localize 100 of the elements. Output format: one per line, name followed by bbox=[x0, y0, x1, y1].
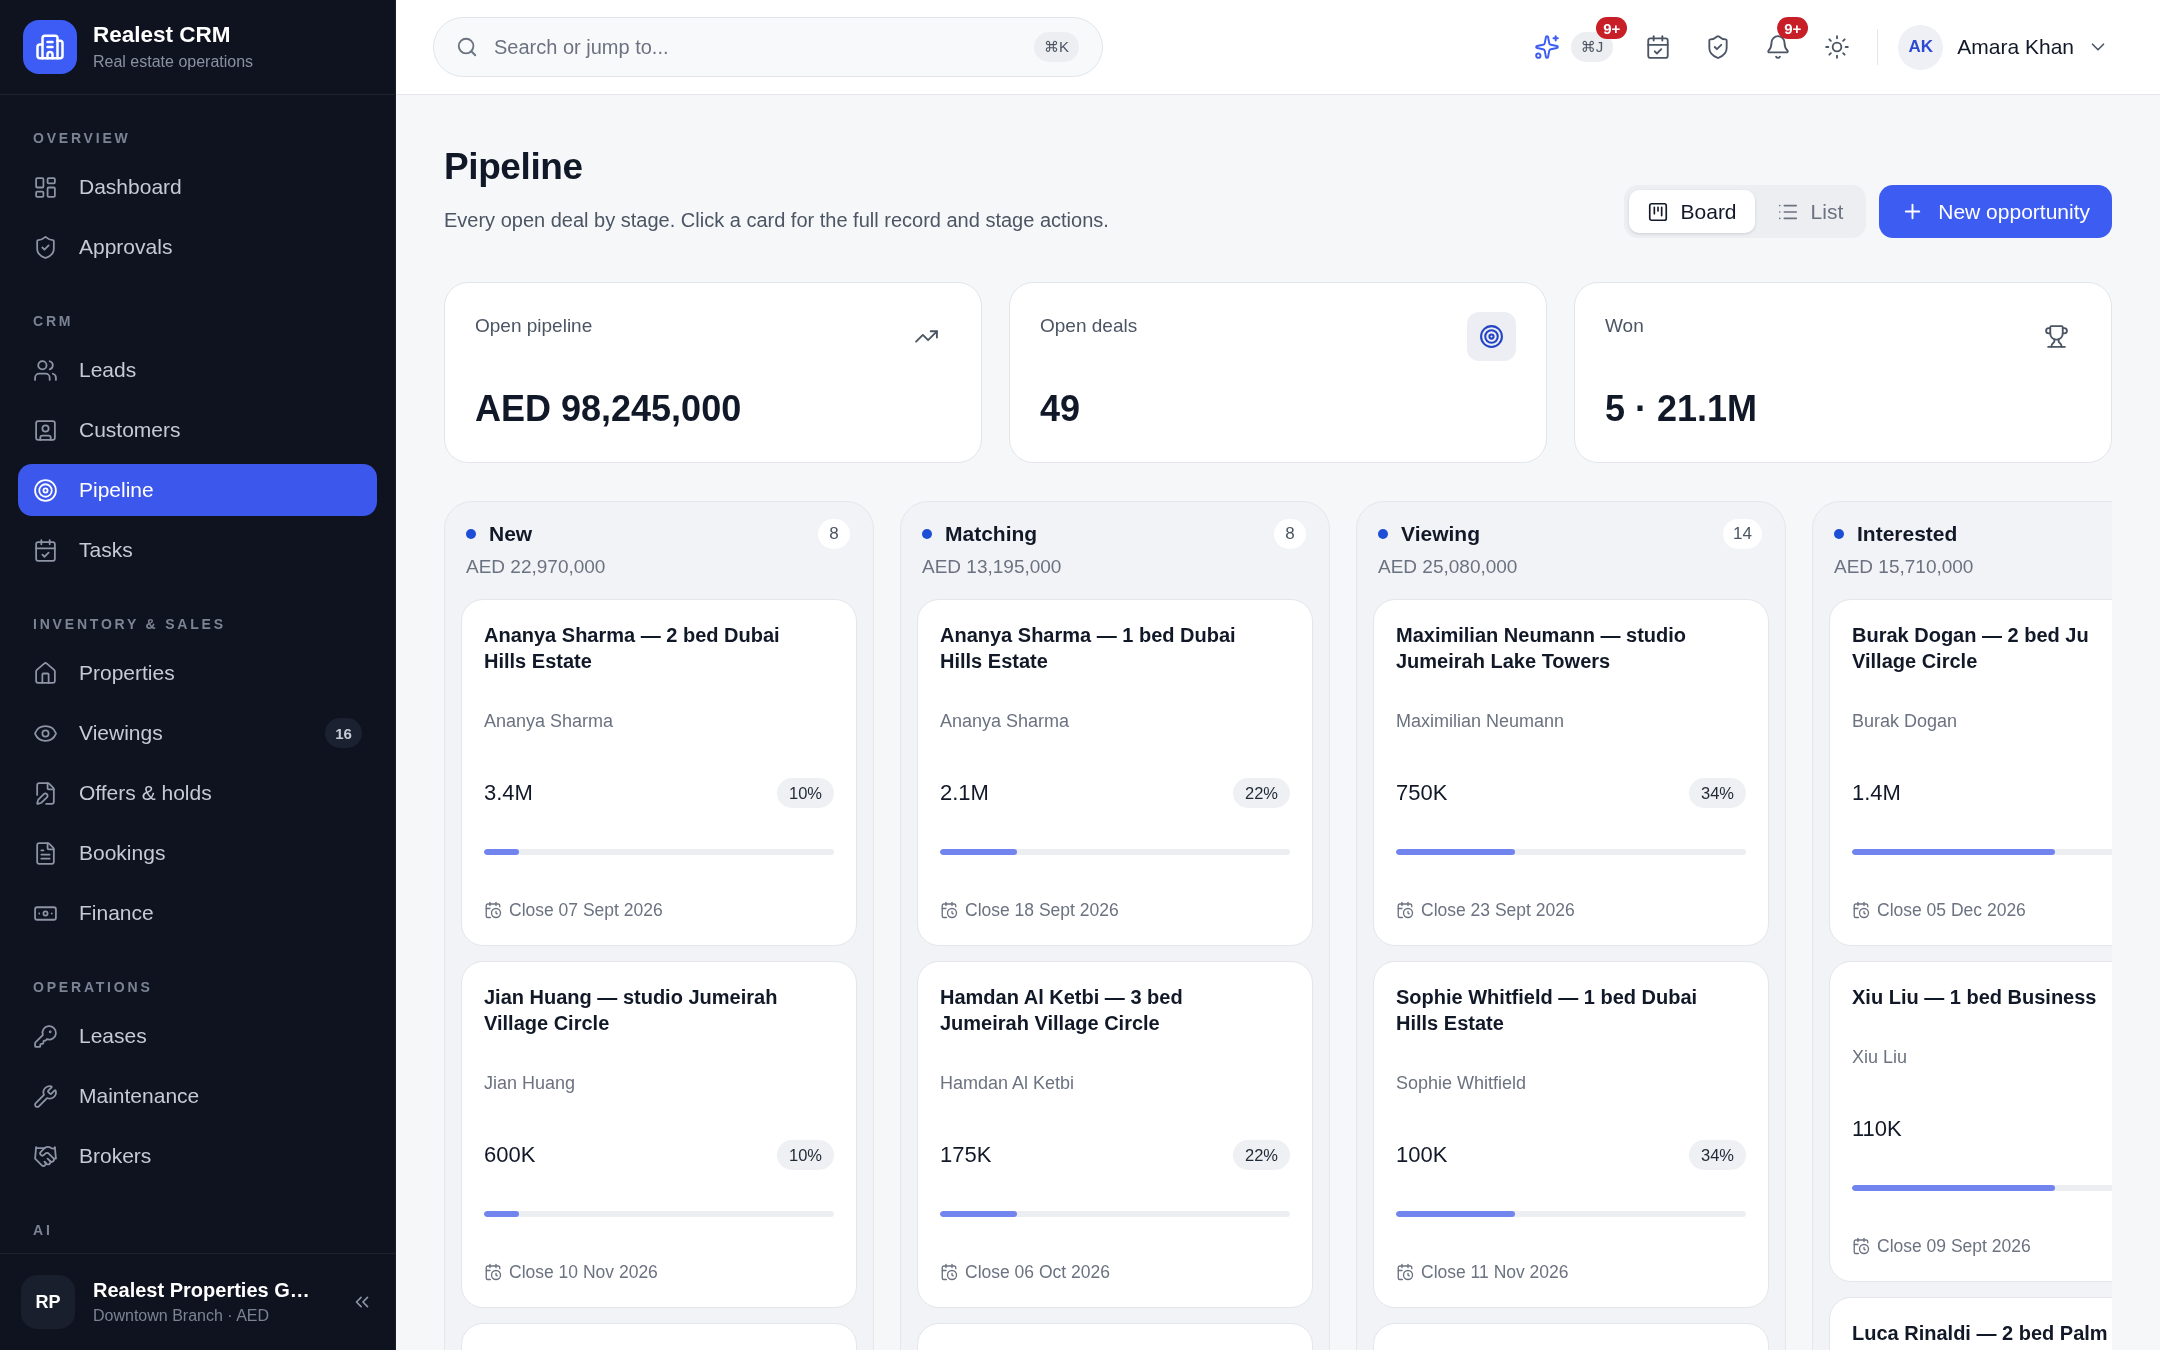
trophy-icon bbox=[2044, 324, 2069, 349]
nav-item[interactable]: Properties bbox=[18, 647, 377, 699]
nav-count: 16 bbox=[325, 718, 362, 748]
handshake-icon bbox=[33, 1143, 58, 1169]
target-icon bbox=[1467, 312, 1516, 361]
nav-item[interactable]: Offers & holds bbox=[18, 767, 377, 819]
deal-value: 175K bbox=[940, 1142, 992, 1168]
stage-name: New bbox=[489, 522, 533, 546]
stat-label: Open pipeline bbox=[475, 314, 593, 338]
app-name: Realest CRM bbox=[93, 21, 232, 49]
calendar-clock-icon bbox=[484, 1263, 502, 1281]
close-date: Close 07 Sept 2026 bbox=[509, 899, 663, 921]
deal-card[interactable]: Luca Rinaldi — 2 bed Palm bbox=[1829, 1297, 2112, 1350]
stat-label: Open deals bbox=[1040, 314, 1138, 338]
nav-item[interactable]: Leases bbox=[18, 1010, 377, 1062]
deal-card[interactable]: Ananya Sharma — 1 bed Dubai Hills Estate Ananya Sharma 2.1M 22% Close 18 Sept 2026 bbox=[917, 599, 1313, 946]
stage-total: AED 25,080,000 bbox=[1377, 556, 1519, 578]
contact-name: Xiu Liu bbox=[1852, 1046, 1909, 1069]
deal-value: 1.4M bbox=[1852, 780, 1901, 806]
deal-count: 8 bbox=[1274, 519, 1306, 549]
deal-title: Hamdan Al Ketbi — 3 bed Jumeirah Village Circle bbox=[940, 985, 1184, 1036]
sun-icon[interactable] bbox=[1824, 34, 1851, 60]
stat-value: AED 98,245,000 bbox=[475, 387, 743, 431]
contact-name: Maximilian Neumann bbox=[1396, 710, 1566, 733]
close-date: Close 06 Oct 2026 bbox=[965, 1261, 1110, 1283]
stage-total: AED 22,970,000 bbox=[465, 556, 607, 578]
deal-value: 100K bbox=[1396, 1142, 1448, 1168]
document-icon bbox=[33, 840, 58, 866]
calendar-check-icon[interactable] bbox=[1645, 34, 1672, 60]
bell-icon[interactable] bbox=[1765, 34, 1792, 60]
deal-title: Burak Dogan — 2 bed Ju Village Circle bbox=[1852, 623, 2090, 674]
deal-value: 2.1M bbox=[940, 780, 989, 806]
search-icon bbox=[456, 36, 478, 58]
user-avatar[interactable]: AK bbox=[1898, 24, 1944, 70]
nav-item[interactable]: Brokers bbox=[18, 1130, 377, 1182]
page-subtitle: Every open deal by stage. Click a card for the full record and stage actions. bbox=[444, 208, 1109, 233]
nav-item[interactable]: Viewings 16 bbox=[18, 707, 377, 759]
workspace-detail: Downtown Branch · AED bbox=[93, 1306, 271, 1326]
nav-item[interactable]: Tasks bbox=[18, 524, 377, 576]
search-input[interactable]: Search or jump to... bbox=[494, 35, 1018, 59]
dot-icon bbox=[466, 529, 476, 539]
close-date: Close 05 Dec 2026 bbox=[1877, 899, 2026, 921]
nav-item[interactable]: Maintenance bbox=[18, 1070, 377, 1122]
nav-item[interactable]: Leads bbox=[18, 344, 377, 396]
building-logo-icon bbox=[23, 20, 77, 74]
kanban-icon bbox=[1646, 200, 1669, 223]
calendar-clock-icon bbox=[484, 901, 502, 919]
stage-total: AED 15,710,000 bbox=[1833, 556, 1975, 578]
contact-name: Ananya Sharma bbox=[484, 710, 615, 733]
close-date: Close 10 Nov 2026 bbox=[509, 1261, 658, 1283]
nav-item[interactable]: Dashboard bbox=[18, 161, 377, 213]
deal-title: Luca Rinaldi — 2 bed Palm bbox=[1852, 1321, 2109, 1346]
calendar-clock-icon bbox=[940, 1263, 958, 1281]
deal-card[interactable]: Jian Huang — studio Jumeirah Village Circle Jian Huang 600K 10% Close 10 Nov 2026 bbox=[461, 961, 857, 1308]
deal-card[interactable]: Ananya Sharma — 2 bed Dubai Hills Estate Ananya Sharma 3.4M 10% Close 07 Sept 2026 bbox=[461, 599, 857, 946]
nav-section-label: INVENTORY & SALES bbox=[32, 615, 227, 634]
notification-badge: 9+ bbox=[1596, 17, 1628, 39]
contact-name: Sophie Whitfield bbox=[1396, 1072, 1528, 1095]
deal-card[interactable]: Maximilian Neumann — studio Jumeirah Lake Towers Maximilian Neumann 750K 34% Close 23 Sept 2026 bbox=[1373, 599, 1769, 946]
probability-pill: 10% bbox=[776, 1140, 834, 1170]
dot-icon bbox=[922, 529, 932, 539]
deal-count: 8 bbox=[818, 519, 850, 549]
nav-item[interactable]: Pipeline bbox=[18, 464, 377, 516]
dot-icon bbox=[1834, 529, 1844, 539]
workspace-name[interactable]: Realest Properties G… bbox=[93, 1277, 310, 1303]
deal-count: 14 bbox=[1723, 519, 1762, 549]
contact-name: Ananya Sharma bbox=[940, 710, 1071, 733]
search-field[interactable]: Search or jump to... ⌘K bbox=[433, 17, 1103, 77]
users-icon bbox=[33, 357, 58, 383]
deal-title: Maximilian Neumann — studio Jumeirah Lake Towers bbox=[1396, 623, 1688, 674]
deal-value: 110K bbox=[1852, 1116, 1902, 1142]
nav-item[interactable]: Customers bbox=[18, 404, 377, 456]
wrench-icon bbox=[33, 1083, 58, 1109]
new-opportunity-button[interactable]: New opportunity bbox=[1879, 185, 2112, 238]
nav-item[interactable]: Bookings bbox=[18, 827, 377, 879]
sparkle-icon[interactable] bbox=[1533, 34, 1560, 60]
workspace-avatar[interactable]: RP bbox=[21, 1275, 75, 1329]
probability-pill: 10% bbox=[776, 778, 834, 808]
contact-name: Hamdan Al Ketbi bbox=[940, 1072, 1076, 1095]
probability-pill: 22% bbox=[1232, 778, 1290, 808]
deal-card[interactable]: Burak Dogan — 2 bed Ju Village Circle Burak Dogan 1.4M Close 05 Dec 2026 bbox=[1829, 599, 2112, 946]
view-tab[interactable]: Board bbox=[1628, 190, 1755, 233]
deal-card[interactable]: Xiu Liu — 1 bed Business Xiu Liu 110K Close 09 Sept 2026 bbox=[1829, 961, 2112, 1282]
view-tab[interactable]: List bbox=[1758, 190, 1862, 233]
user-name[interactable]: Amara Khan bbox=[1957, 35, 2074, 59]
stat-value: 49 bbox=[1040, 387, 1082, 431]
deal-value: 600K bbox=[484, 1142, 536, 1168]
contact-name: Burak Dogan bbox=[1852, 710, 1959, 733]
deal-title: Xiu Liu — 1 bed Business bbox=[1852, 985, 2098, 1010]
nav-item[interactable]: Approvals bbox=[18, 221, 377, 273]
deal-card[interactable]: Hamdan Al Ketbi — 3 bed Jumeirah Village Circle Hamdan Al Ketbi 175K 22% Close 06 Oct 2026 bbox=[917, 961, 1313, 1308]
deal-card[interactable]: Sophie Whitfield — 1 bed Dubai Hills Estate Sophie Whitfield 100K 34% Close 11 Nov 2026 bbox=[1373, 961, 1769, 1308]
deal-title: Ananya Sharma — 1 bed Dubai Hills Estate bbox=[940, 623, 1237, 674]
calendar-check-icon bbox=[33, 537, 58, 563]
nav-section-label: OVERVIEW bbox=[32, 129, 132, 148]
grid-icon bbox=[33, 174, 58, 200]
nav-item[interactable]: Finance bbox=[18, 887, 377, 939]
shortcut-key: ⌘K bbox=[1034, 32, 1079, 62]
stage-total: AED 13,195,000 bbox=[921, 556, 1063, 578]
page-title: Pipeline bbox=[444, 145, 584, 189]
